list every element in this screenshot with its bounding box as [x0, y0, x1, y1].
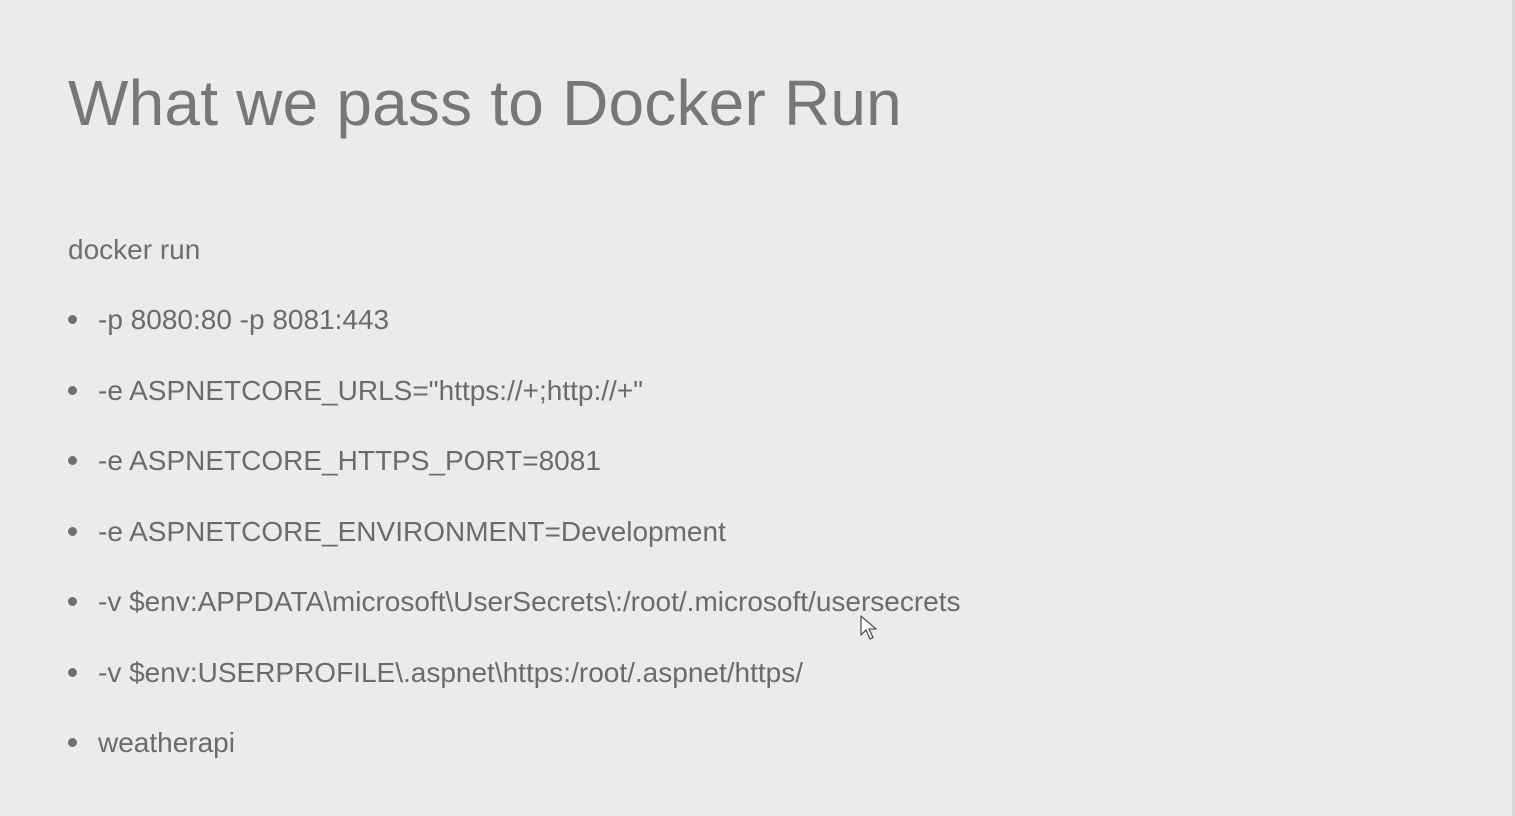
option-text: -e ASPNETCORE_URLS="https://+;http://+" [98, 374, 644, 406]
mouse-pointer-icon [860, 615, 877, 640]
bullet-icon [68, 738, 77, 747]
bullet-icon [68, 526, 77, 536]
option-text: -v $env:APPDATA\microsoft\UserSecrets\:/… [98, 586, 961, 617]
option-text: -e ASPNETCORE_HTTPS_PORT=8081 [98, 445, 601, 476]
option-text: -e ASPNETCORE_ENVIRONMENT=Development [98, 515, 726, 547]
option-text: -v $env:USERPROFILE\.aspnet\https:/root/… [98, 656, 804, 688]
bullet-icon [68, 456, 77, 465]
bullet-icon [68, 667, 77, 677]
slide-title: What we pass to Docker Run [68, 67, 902, 139]
command-intro: docker run [68, 234, 201, 265]
bullet-icon [68, 315, 77, 324]
option-text: -p 8080:80 -p 8081:443 [98, 304, 390, 335]
bullet-icon [68, 597, 77, 606]
presentation-slide: What we pass to Docker Run docker run -p… [0, 0, 1515, 816]
option-text: weatherapi [98, 727, 235, 758]
bullet-icon [68, 385, 77, 395]
